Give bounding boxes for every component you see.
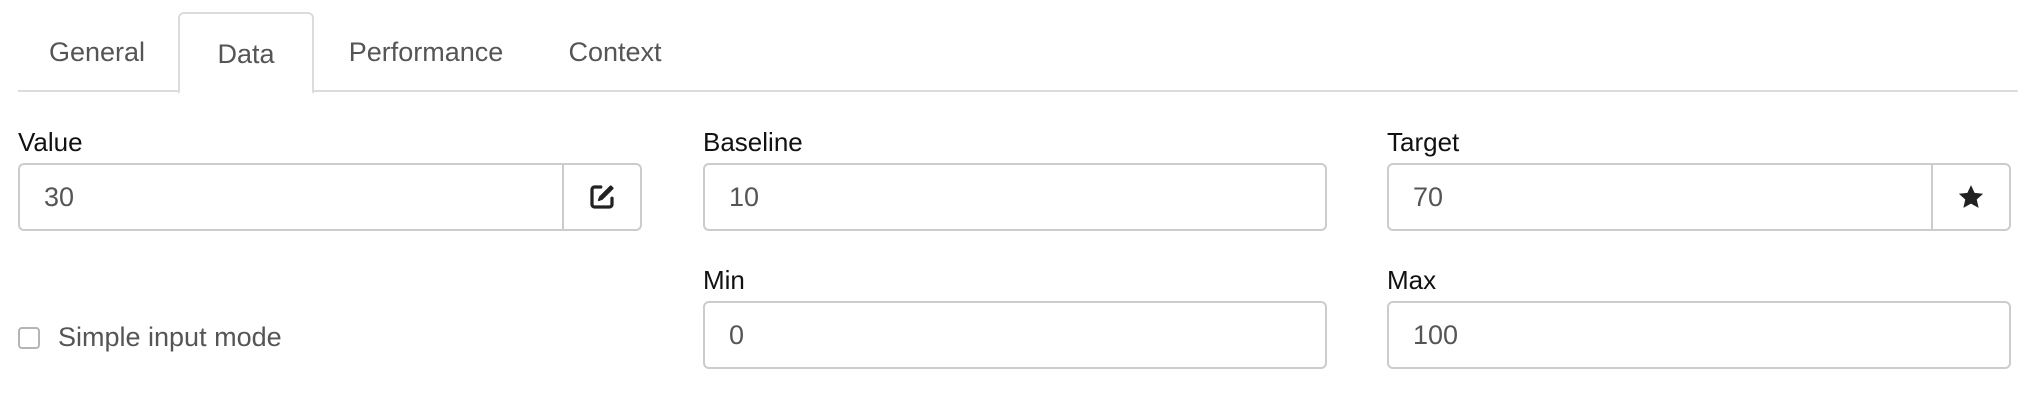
value-edit-button[interactable] (562, 165, 640, 229)
value-label: Value (18, 127, 83, 157)
target-field (1387, 163, 2011, 231)
min-field (703, 301, 1327, 369)
simple-input-mode-checkbox[interactable] (18, 326, 40, 349)
tab-context[interactable]: Context (536, 12, 694, 92)
max-label: Max (1387, 265, 1437, 295)
value-input[interactable] (20, 165, 566, 229)
simple-input-mode-toggle[interactable]: Simple input mode (18, 322, 282, 353)
kpi-data-panel: General Data Performance Context Value B… (0, 0, 2030, 396)
min-input[interactable] (705, 303, 1325, 367)
tab-performance[interactable]: Performance (316, 12, 536, 92)
tab-data[interactable]: Data (178, 12, 314, 94)
value-field (18, 163, 642, 231)
target-input[interactable] (1389, 165, 1935, 229)
edit-icon (590, 185, 614, 209)
baseline-field (703, 163, 1327, 231)
baseline-label: Baseline (703, 127, 803, 157)
max-field (1387, 301, 2011, 369)
min-label: Min (703, 265, 745, 295)
simple-input-mode-label: Simple input mode (58, 322, 282, 352)
target-star-button[interactable] (1931, 165, 2009, 229)
target-label: Target (1387, 127, 1460, 157)
tab-general[interactable]: General (18, 12, 176, 92)
max-input[interactable] (1389, 303, 2009, 367)
baseline-input[interactable] (705, 165, 1325, 229)
tab-bar: General Data Performance Context (18, 12, 2018, 94)
star-icon (1958, 185, 1984, 208)
